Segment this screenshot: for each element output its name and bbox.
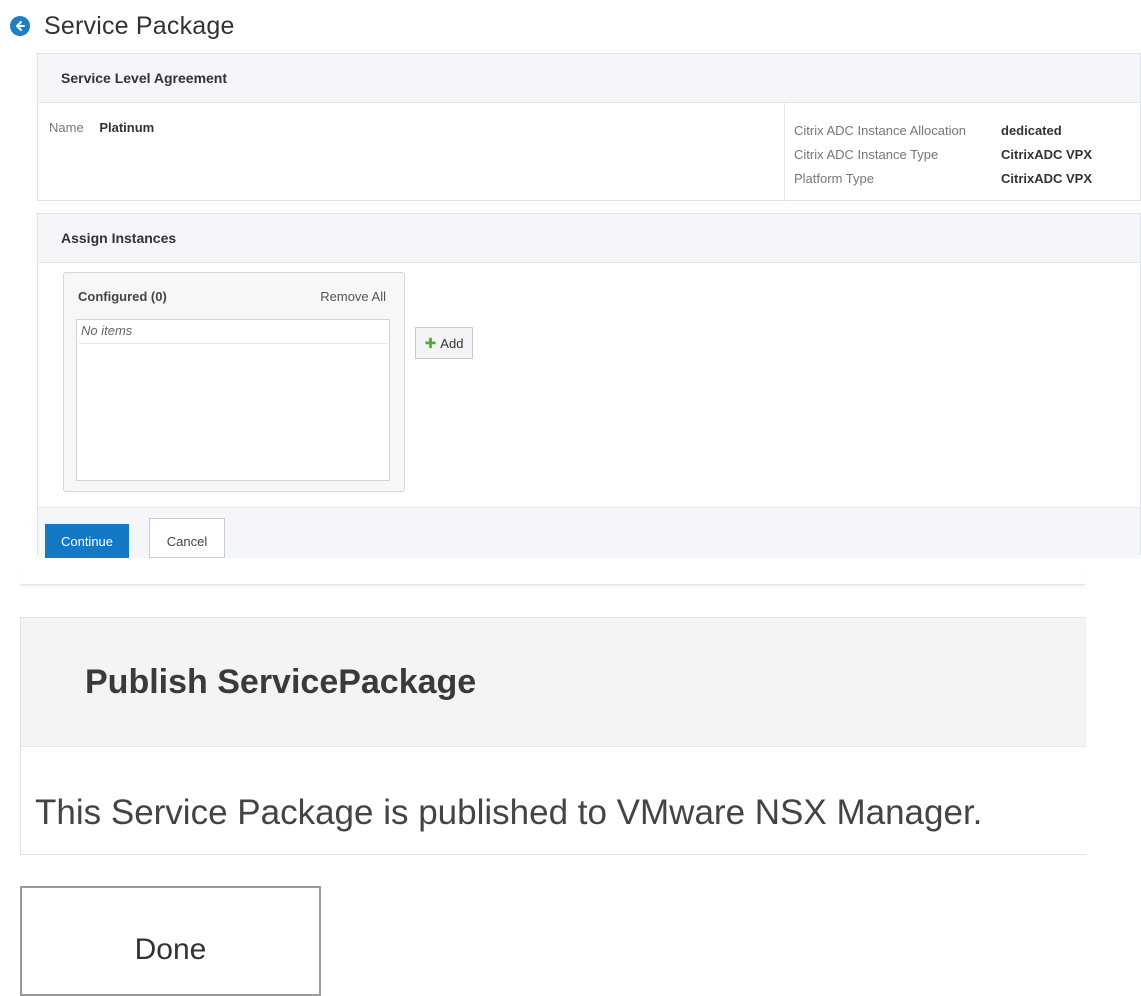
detail-row-instance-type: Citrix ADC Instance Type CitrixADC VPX	[794, 142, 1140, 166]
detail-row-allocation: Citrix ADC Instance Allocation dedicated	[794, 118, 1140, 142]
sla-panel: Service Level Agreement Name Platinum Ci…	[37, 53, 1141, 201]
back-arrow-icon[interactable]	[10, 16, 30, 36]
sla-name-field: Name Platinum	[49, 120, 154, 135]
publish-title: Publish ServicePackage	[21, 618, 1086, 747]
publish-panel: Publish ServicePackage This Service Pack…	[20, 617, 1086, 855]
assign-section-title: Assign Instances	[38, 214, 1140, 263]
detail-value: CitrixADC VPX	[1001, 146, 1093, 162]
detail-label: Platform Type	[794, 170, 874, 186]
plus-icon: ✚	[424, 334, 437, 351]
configured-list-box: Configured (0) Remove All No items	[63, 272, 405, 492]
sla-body: Name Platinum Citrix ADC Instance Alloca…	[38, 103, 1140, 201]
detail-label: Citrix ADC Instance Allocation	[794, 122, 966, 138]
detail-value: CitrixADC VPX	[1001, 170, 1093, 186]
name-label: Name	[49, 120, 84, 135]
page-header: Service Package	[10, 8, 235, 44]
continue-button[interactable]: Continue	[45, 524, 129, 558]
name-value: Platinum	[99, 120, 155, 135]
detail-label: Citrix ADC Instance Type	[794, 146, 939, 162]
remove-all-link[interactable]: Remove All	[320, 289, 386, 304]
cancel-button[interactable]: Cancel	[149, 518, 225, 558]
done-label: Done	[134, 933, 207, 966]
form-actions: Continue Cancel	[38, 508, 1140, 558]
assign-instances-panel: Assign Instances Configured (0) Remove A…	[37, 213, 1141, 558]
divider	[20, 570, 1085, 585]
page-title: Service Package	[44, 11, 235, 40]
empty-list-text: No items	[79, 320, 387, 344]
configured-title: Configured (0)	[78, 289, 167, 304]
publish-message: This Service Package is published to VMw…	[35, 793, 983, 832]
sla-section-title: Service Level Agreement	[38, 54, 1140, 103]
assign-body: Configured (0) Remove All No items ✚ Add	[38, 263, 1140, 508]
configured-list[interactable]: No items	[76, 319, 390, 481]
add-label: Add	[440, 335, 464, 351]
add-button[interactable]: ✚ Add	[415, 327, 473, 359]
detail-row-platform-type: Platform Type CitrixADC VPX	[794, 166, 1140, 190]
detail-value: dedicated	[1001, 122, 1062, 138]
sla-details: Citrix ADC Instance Allocation dedicated…	[784, 103, 1140, 201]
done-button[interactable]: Done	[20, 886, 321, 996]
